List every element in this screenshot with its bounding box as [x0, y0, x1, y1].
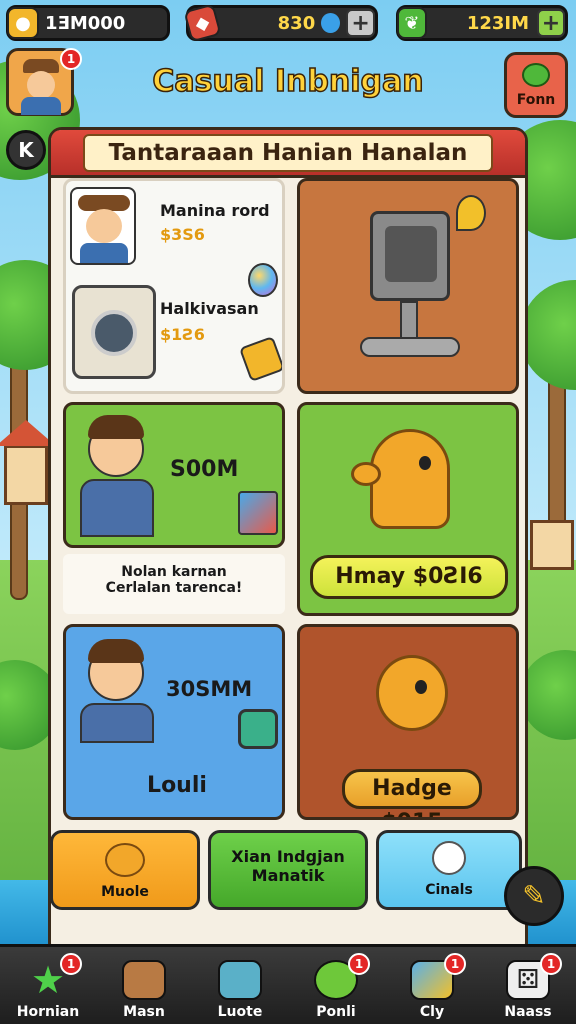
item2-price: $1Ƨ6 [160, 325, 205, 344]
house [4, 445, 48, 505]
nav-badge: 1 [540, 953, 562, 975]
boy-shirt-icon [80, 703, 154, 743]
fonn-button-label: Fonn [516, 92, 556, 108]
slot-machine-icon [370, 211, 450, 301]
blue-card-value: 30SMM [166, 677, 253, 701]
boy-hair-icon [88, 415, 144, 439]
game-title: Casual Inbnigan [152, 63, 425, 100]
house [530, 520, 574, 570]
machine-window [91, 310, 137, 356]
coins-counter: ● 1ƎM000 [6, 5, 170, 41]
nav-label: Hornian [16, 1004, 80, 1020]
leaf-icon: ❦ [397, 7, 427, 39]
explorer-portrait [70, 187, 136, 265]
gold-block-icon [238, 335, 282, 383]
manatik-line-2: Manatik [251, 866, 325, 885]
nav-naass[interactable]: ⚄ Naass 1 [480, 947, 576, 1024]
chick-icon [432, 841, 466, 875]
mascot-icon [351, 429, 450, 529]
bottom-nav: ★ Hornian 1 Masn Luote Ponli 1 Cly 1 ⚄ N… [0, 944, 576, 1024]
add-leaves-button[interactable]: + [537, 9, 565, 37]
orb-icon [248, 263, 278, 297]
mascot-card[interactable]: Hmay $0ƧI6 [297, 402, 519, 616]
nav-label: Naass [504, 1004, 552, 1020]
gems-counter: ◆ 830 + [183, 3, 378, 43]
blue-reward-card[interactable]: 30SMM Louli [63, 624, 285, 820]
fonn-button[interactable]: Fonn [504, 52, 568, 118]
washing-machine-icon [72, 285, 156, 379]
fox-eye [415, 680, 427, 694]
shirt-icon [80, 243, 128, 263]
fox-card[interactable]: Hadge $015 [297, 624, 519, 820]
leaves-counter: ❦ 123IM + [396, 5, 568, 41]
machine-screen [385, 226, 437, 282]
item-list-card: Manina rord $3S6 Halkivasan $1Ƨ6 [63, 178, 285, 394]
nav-luote[interactable]: Luote [192, 947, 288, 1024]
gem-icon [321, 13, 341, 33]
nav-label: Masn [123, 1004, 165, 1020]
info-line-2: Cerlalan tarenca! [105, 580, 243, 596]
manatik-line-1: Xian Indgjan [231, 847, 345, 866]
item1-name: Manina rord [160, 201, 270, 220]
tablet-icon [218, 960, 262, 1000]
machine-card[interactable] [297, 178, 519, 394]
cinals-button[interactable]: Cinals [376, 830, 522, 910]
leaves-value: 123IM [466, 12, 530, 34]
nav-label: Luote [217, 1004, 263, 1020]
manatik-button[interactable]: Xian Indgjan Manatik [208, 830, 368, 910]
add-gems-button[interactable]: + [346, 9, 375, 37]
nav-masn[interactable]: Masn [96, 947, 192, 1024]
machine-stand [400, 301, 418, 341]
shirt-icon [21, 97, 61, 115]
nav-label: Ponli [316, 1004, 356, 1020]
crate-icon [122, 960, 166, 1000]
nav-label: Cly [419, 1004, 445, 1020]
back-button[interactable]: K [6, 130, 46, 170]
leaf-icon [522, 63, 550, 87]
cinals-label: Cinals [425, 882, 473, 898]
info-strip: Nolan karnan Cerlalan tarenca! [63, 554, 285, 614]
boy-hair-icon [88, 639, 144, 663]
gift-box-icon [238, 491, 278, 535]
panel-title: Tantaraaan Hanian Hanalan [83, 134, 493, 172]
face-icon [27, 71, 55, 99]
boy-card-value: S00M [170, 457, 239, 482]
gold-tag-icon [456, 195, 486, 231]
cat-mascot-icon [105, 843, 145, 877]
coin-icon: ● [7, 7, 39, 39]
fox-mascot-icon [376, 655, 448, 731]
nav-cly[interactable]: Cly 1 [384, 947, 480, 1024]
nav-badge: 1 [348, 953, 370, 975]
machine-base [360, 337, 460, 357]
ruby-icon: ◆ [183, 3, 222, 43]
buy-mascot-button[interactable]: Hmay $0ƧI6 [310, 555, 508, 599]
edit-pencil-button[interactable]: ✎ [504, 866, 564, 926]
mascot-snout [351, 462, 381, 486]
item1-price: $3S6 [160, 225, 205, 244]
avatar-notification-badge: 1 [60, 48, 82, 70]
mascot-eye [419, 456, 431, 470]
item2-name: Halkivasan [160, 299, 259, 318]
muole-label: Muole [101, 884, 149, 900]
nav-badge: 1 [444, 953, 466, 975]
tablet-icon [238, 709, 278, 749]
info-line-1: Nolan karnan [121, 564, 227, 580]
boy-shirt-icon [80, 479, 154, 537]
panel-header: Tantaraaan Hanian Hanalan [51, 130, 525, 178]
gems-value: 830 [277, 12, 316, 34]
coins-value: 1ƎM000 [45, 12, 126, 34]
boy-reward-card[interactable]: S00M [63, 402, 285, 548]
muole-button[interactable]: Muole [50, 830, 200, 910]
nav-ponli[interactable]: Ponli 1 [288, 947, 384, 1024]
nav-badge: 1 [60, 953, 82, 975]
blue-card-label: Louli [147, 773, 207, 798]
nav-hornian[interactable]: ★ Hornian 1 [0, 947, 96, 1024]
face-icon [86, 209, 122, 243]
buy-fox-button[interactable]: Hadge $015 [342, 769, 482, 817]
